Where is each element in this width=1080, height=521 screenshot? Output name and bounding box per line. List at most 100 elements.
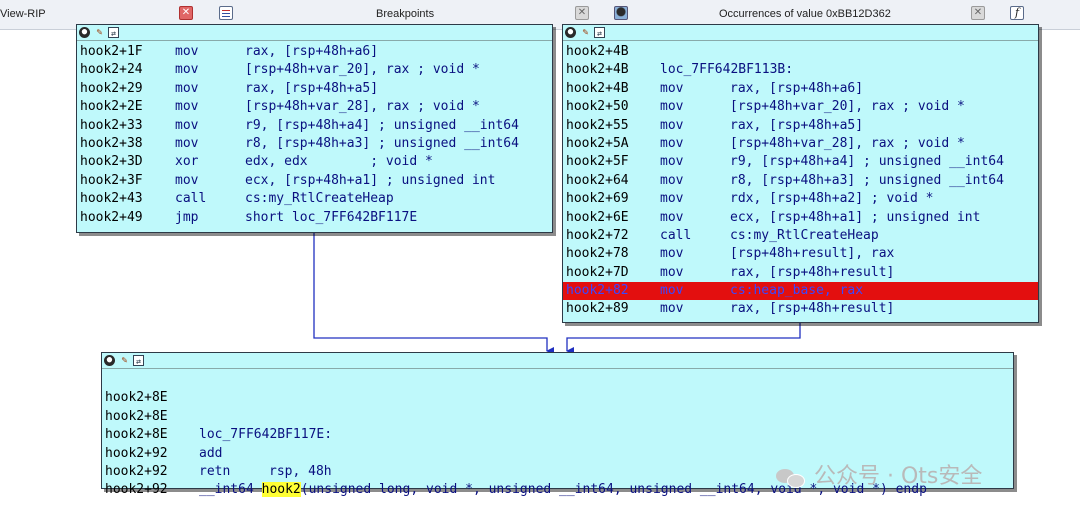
- group-node-icon[interactable]: ⇄: [594, 27, 605, 38]
- asm-address: hook2+69: [566, 191, 629, 207]
- asm-operands: ecx, [rsp+48h+a1] ; unsigned int: [245, 172, 496, 188]
- asm-mnemonic: mov: [660, 135, 684, 151]
- asm-mnemonic: mov: [660, 209, 684, 225]
- asm-mnemonic: mov: [660, 117, 684, 133]
- asm-operands: cs:my_RtlCreateHeap: [730, 227, 879, 243]
- edit-node-icon[interactable]: ✎: [580, 27, 591, 38]
- asm-address: hook2+92: [105, 482, 168, 498]
- asm-address: hook2+3F: [80, 172, 143, 188]
- asm-mnemonic: mov: [660, 80, 684, 96]
- asm-row[interactable]: hook2+92 retn: [102, 426, 1013, 479]
- asm-row[interactable]: hook2+8E: [102, 371, 1013, 405]
- asm-row[interactable]: hook2+4B: [563, 43, 1038, 61]
- asm-row[interactable]: hook2+50 mov [rsp+48h+var_20], rax ; void …: [563, 98, 1038, 116]
- asm-operands: rdx, [rsp+48h+a2] ; void *: [730, 191, 934, 207]
- edge-left-to-bottom: [313, 232, 554, 355]
- graph-node-color-icon[interactable]: ●: [104, 355, 115, 366]
- asm-address: hook2+72: [566, 227, 629, 243]
- asm-row[interactable]: hook2+38 mov r8, [rsp+48h+a3] ; unsigned _…: [77, 135, 552, 153]
- asm-row[interactable]: hook2+43 call cs:my_RtlCreateHeap: [77, 190, 552, 208]
- asm-row[interactable]: hook2+29 mov rax, [rsp+48h+a5]: [77, 80, 552, 98]
- asm-operands: edx, edx ; void *: [245, 154, 433, 170]
- edit-node-icon[interactable]: ✎: [94, 27, 105, 38]
- asm-address: hook2+33: [80, 117, 143, 133]
- graph-node-right[interactable]: ● ✎ ⇄ hook2+4B hook2+4B loc_7FF642BF113B: h…: [562, 24, 1039, 323]
- edge-right-to-bottom: [566, 321, 801, 355]
- asm-address: hook2+6E: [566, 209, 629, 225]
- asm-address: hook2+5F: [566, 154, 629, 170]
- asm-address: hook2+38: [80, 135, 143, 151]
- asm-address: hook2+64: [566, 172, 629, 188]
- asm-row[interactable]: hook2+8E add rsp, 48h: [102, 408, 1013, 479]
- asm-row[interactable]: hook2+33 mov r9, [rsp+48h+a4] ; unsigned _…: [77, 117, 552, 135]
- asm-address: hook2+50: [566, 99, 629, 115]
- node-rows: hook2+1F mov rax, [rsp+48h+a6] hook2+24 mov […: [77, 41, 552, 227]
- asm-operands: short loc_7FF642BF117E: [245, 209, 418, 225]
- asm-mnemonic: mov: [660, 172, 684, 188]
- asm-operands: cs:heap_base, rax: [730, 283, 864, 299]
- asm-address: hook2+89: [566, 301, 629, 317]
- group-node-icon[interactable]: ⇄: [133, 355, 144, 366]
- asm-address: hook2+78: [566, 246, 629, 262]
- asm-row[interactable]: hook2+49 jmp short loc_7FF642BF117E: [77, 209, 552, 227]
- asm-row[interactable]: hook2+72 call cs:my_RtlCreateHeap: [563, 227, 1038, 245]
- graph-node-color-icon[interactable]: ●: [565, 27, 576, 38]
- asm-row[interactable]: hook2+92 __int64 hook2(unsigned long, vo…: [102, 445, 1013, 498]
- asm-address: hook2+55: [566, 117, 629, 133]
- asm-row[interactable]: hook2+24 mov [rsp+48h+var_20], rax ; void …: [77, 61, 552, 79]
- group-node-icon[interactable]: ⇄: [108, 27, 119, 38]
- asm-row[interactable]: hook2+69 mov rdx, [rsp+48h+a2] ; void *: [563, 190, 1038, 208]
- edit-node-icon[interactable]: ✎: [119, 355, 130, 366]
- asm-address: hook2+1F: [80, 44, 143, 59]
- asm-address: hook2+5A: [566, 135, 629, 151]
- graph-node-left[interactable]: ● ✎ ⇄ hook2+1F mov rax, [rsp+48h+a6] hook2+…: [76, 24, 553, 233]
- asm-mnemonic: loc_7FF642BF113B:: [660, 62, 794, 78]
- asm-row[interactable]: hook2+8E loc_7FF642BF117E:: [102, 389, 1013, 442]
- asm-operands: [rsp+48h+var_28], rax ; void *: [245, 99, 480, 115]
- asm-address: hook2+2E: [80, 99, 143, 115]
- asm-address: hook2+43: [80, 191, 143, 207]
- asm-row[interactable]: hook2+55 mov rax, [rsp+48h+a5]: [563, 117, 1038, 135]
- node-header: ● ✎ ⇄: [563, 25, 1038, 41]
- asm-operands: ecx, [rsp+48h+a1] ; unsigned int: [730, 209, 981, 225]
- graph-node-color-icon[interactable]: ●: [79, 27, 90, 38]
- asm-mnemonic: mov: [175, 62, 199, 78]
- asm-mnemonic: mov: [660, 283, 684, 299]
- asm-operands: r9, [rsp+48h+a4] ; unsigned __int64: [245, 117, 519, 133]
- asm-row[interactable]: hook2+1F mov rax, [rsp+48h+a6]: [77, 43, 552, 61]
- asm-mnemonic: mov: [660, 264, 684, 280]
- asm-operands: rax, [rsp+48h+a6]: [245, 44, 379, 59]
- asm-address: hook2+4B: [566, 80, 629, 96]
- asm-row-highlighted[interactable]: hook2+82 mov cs:heap_base, rax: [563, 282, 1038, 301]
- asm-address: hook2+4B: [566, 44, 629, 59]
- asm-operands: rax, [rsp+48h+result]: [730, 264, 895, 280]
- asm-mnemonic: mov: [660, 301, 684, 317]
- asm-row[interactable]: hook2+5A mov [rsp+48h+var_28], rax ; void …: [563, 135, 1038, 153]
- asm-row[interactable]: hook2+4B loc_7FF642BF113B:: [563, 61, 1038, 79]
- asm-mnemonic: jmp: [175, 209, 199, 225]
- asm-address: hook2+3D: [80, 154, 143, 170]
- asm-row[interactable]: hook2+3F mov ecx, [rsp+48h+a1] ; unsigned …: [77, 172, 552, 190]
- asm-row[interactable]: hook2+64 mov r8, [rsp+48h+a3] ; unsigned _…: [563, 172, 1038, 190]
- asm-operands: [rsp+48h+var_20], rax ; void *: [245, 62, 480, 78]
- asm-mnemonic: mov: [175, 172, 199, 188]
- asm-row[interactable]: hook2+4B mov rax, [rsp+48h+a6]: [563, 80, 1038, 98]
- asm-mnemonic: mov: [175, 80, 199, 96]
- function-name-highlight[interactable]: hook2: [261, 482, 301, 498]
- node-header: ● ✎ ⇄: [77, 25, 552, 41]
- asm-row[interactable]: hook2+5F mov r9, [rsp+48h+a4] ; unsigned _…: [563, 153, 1038, 171]
- asm-row[interactable]: hook2+2E mov [rsp+48h+var_28], rax ; void …: [77, 98, 552, 116]
- asm-row[interactable]: hook2+78 mov [rsp+48h+result], rax: [563, 245, 1038, 263]
- asm-row[interactable]: hook2+6E mov ecx, [rsp+48h+a1] ; unsigned …: [563, 209, 1038, 227]
- asm-row[interactable]: hook2+3D xor edx, edx ; void *: [77, 153, 552, 171]
- asm-mnemonic: mov: [175, 99, 199, 115]
- asm-row[interactable]: hook2+7D mov rax, [rsp+48h+result]: [563, 264, 1038, 282]
- watermark-text: 公众号 · Ots安全: [814, 464, 983, 489]
- asm-address: hook2+24: [80, 62, 143, 78]
- node-header: ● ✎ ⇄: [102, 353, 1013, 369]
- asm-address: hook2+29: [80, 80, 143, 96]
- asm-operands: r8, [rsp+48h+a3] ; unsigned __int64: [730, 172, 1004, 188]
- asm-row[interactable]: hook2+89 mov rax, [rsp+48h+result]: [563, 300, 1038, 318]
- asm-address: hook2+82: [566, 283, 629, 299]
- asm-mnemonic: mov: [175, 44, 199, 59]
